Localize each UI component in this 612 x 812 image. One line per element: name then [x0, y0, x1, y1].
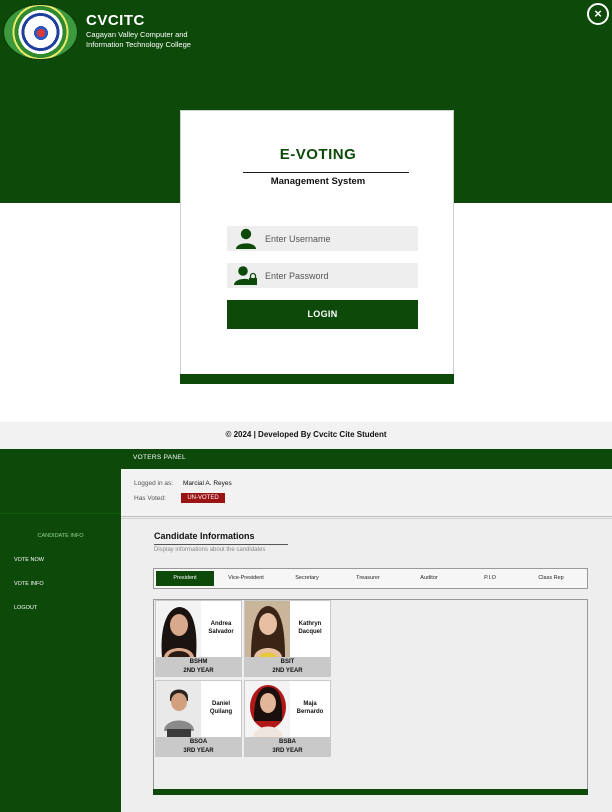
- sidebar: [0, 449, 121, 812]
- user-info-box: Logged in as: Marcial A. Reyes Has Voted…: [121, 469, 612, 517]
- content-divider: [121, 518, 612, 519]
- tab-vice-president[interactable]: Vice-President: [217, 571, 275, 586]
- sidebar-divider: [0, 513, 121, 514]
- brand-name: CVCITC: [86, 12, 145, 29]
- password-field[interactable]: [227, 263, 418, 288]
- seal-emblem-icon: [30, 22, 52, 44]
- candidate-name-box: Kathryn Dacquel: [290, 601, 330, 657]
- login-subtitle: Management System: [270, 176, 366, 187]
- position-tabs: President Vice-President Secretary Treas…: [153, 568, 588, 589]
- candidate-course: BSOA: [189, 739, 208, 745]
- candidate-name-box: Daniel Quilang: [201, 681, 241, 737]
- college-seal-icon: [3, 4, 78, 60]
- candidates-title-rule: [154, 544, 288, 545]
- screenshot-canvas: CVCITC Cagayan Valley Computer and Infor…: [0, 0, 612, 812]
- sidebar-item-vote-now[interactable]: VOTE NOW: [14, 557, 44, 563]
- logged-in-label: Logged in as:: [134, 480, 174, 487]
- candidate-photo: [245, 681, 290, 737]
- title-divider: [243, 172, 409, 173]
- login-title: E-VOTING: [279, 146, 357, 163]
- candidate-card[interactable]: Daniel Quilang BSOA 3RD YEAR: [155, 680, 242, 757]
- tab-treasurer[interactable]: Treasurer: [339, 571, 397, 586]
- candidate-name-box: Maja Bernardo: [290, 681, 330, 737]
- candidates-title: Candidate Informations: [154, 531, 255, 541]
- tab-auditor[interactable]: Auditor: [400, 571, 458, 586]
- has-voted-label: Has Voted:: [134, 495, 166, 502]
- user-icon: [236, 228, 256, 249]
- tab-pio[interactable]: P.I.O: [461, 571, 519, 586]
- tab-class-rep[interactable]: Class Rep: [522, 571, 580, 586]
- candidate-name: Kathryn Dacquel: [298, 621, 322, 635]
- sidebar-item-candidate-info[interactable]: CANDIDATE INFO: [0, 533, 121, 539]
- login-button[interactable]: LOGIN: [227, 300, 418, 329]
- user-lock-icon: [234, 266, 257, 285]
- brand-subtitle: Cagayan Valley Computer and Information …: [86, 30, 191, 49]
- copyright-text: © 2024 | Developed By Cvcitc Cite Studen…: [225, 430, 387, 439]
- candidate-photo: [245, 601, 290, 657]
- candidate-name: Maja Bernardo: [296, 701, 324, 715]
- tab-president[interactable]: President: [156, 571, 214, 586]
- candidate-course: BSHM: [189, 659, 208, 665]
- candidate-year: 3RD YEAR: [272, 748, 303, 754]
- candidate-photo: [156, 601, 201, 657]
- candidate-card[interactable]: Andrea Salvador BSHM 2ND YEAR: [155, 600, 242, 677]
- panel-title: VOTERS PANEL: [133, 454, 186, 461]
- candidate-year: 3RD YEAR: [183, 748, 214, 754]
- candidate-year: 2ND YEAR: [183, 668, 214, 674]
- sidebar-item-logout[interactable]: LOGOUT: [14, 605, 37, 611]
- candidate-name: Daniel Quilang: [209, 701, 233, 715]
- close-button[interactable]: ×: [587, 3, 609, 25]
- candidates-subtitle: Display informations about the candidate…: [154, 547, 266, 553]
- username-input[interactable]: [265, 226, 415, 251]
- candidate-name-box: Andrea Salvador: [201, 601, 241, 657]
- password-input[interactable]: [265, 263, 415, 288]
- close-icon: ×: [594, 6, 602, 21]
- candidate-course: BSBA: [278, 739, 296, 745]
- candidate-card[interactable]: Kathryn Dacquel BSIT 2ND YEAR: [244, 600, 331, 677]
- login-card: E-VOTING Management System LOGIN: [180, 110, 454, 384]
- candidate-photo: [156, 681, 201, 737]
- topbar: [121, 449, 612, 469]
- candidate-course: BSIT: [280, 659, 295, 665]
- sidebar-item-vote-info[interactable]: VOTE INFO: [14, 581, 44, 587]
- candidate-year: 2ND YEAR: [272, 668, 303, 674]
- logged-in-user: Marcial A. Reyes: [183, 480, 232, 487]
- candidate-card[interactable]: Maja Bernardo BSBA 3RD YEAR: [244, 680, 331, 757]
- card-footer-bar: [180, 374, 454, 384]
- candidate-name: Andrea Salvador: [208, 621, 234, 635]
- username-field[interactable]: [227, 226, 418, 251]
- candidate-grid-footer: [153, 789, 588, 795]
- tab-secretary[interactable]: Secretary: [278, 571, 336, 586]
- vote-status-badge: UN-VOTED: [181, 493, 225, 503]
